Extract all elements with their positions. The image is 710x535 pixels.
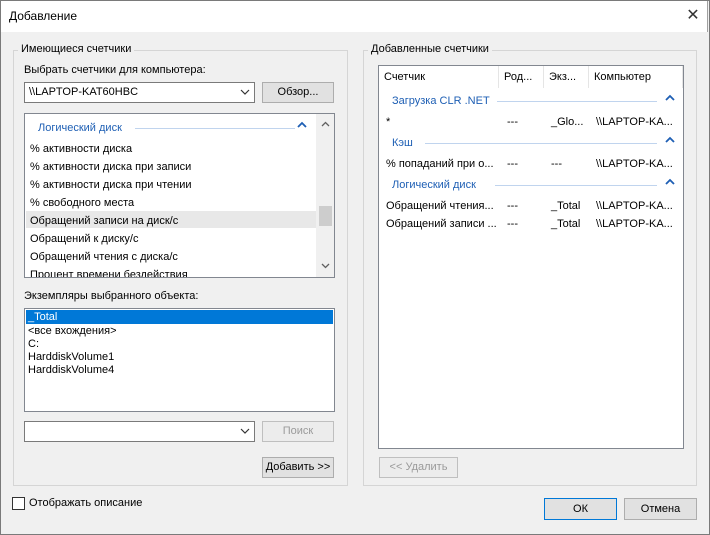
chevron-down-icon: [240, 85, 250, 102]
cancel-button[interactable]: Отмена: [624, 498, 697, 520]
column-header-counter[interactable]: Счетчик: [379, 66, 499, 88]
add-button[interactable]: Добавить >>: [262, 457, 334, 478]
close-icon[interactable]: ✕: [683, 6, 703, 26]
ok-button[interactable]: ОК: [544, 498, 617, 520]
chevron-up-icon[interactable]: [665, 136, 675, 146]
group-header[interactable]: Кэш: [392, 137, 413, 149]
scroll-up-icon[interactable]: [317, 116, 334, 133]
counter-item[interactable]: % активности диска при чтении: [30, 179, 192, 191]
row-parent: ---: [507, 116, 518, 128]
selected-instance-highlight: [26, 310, 333, 324]
row-computer: \\LAPTOP-KA...: [596, 218, 673, 230]
row-parent: ---: [507, 200, 518, 212]
show-description-checkbox[interactable]: [12, 497, 25, 510]
group-header[interactable]: Загрузка CLR .NET: [392, 95, 490, 107]
counter-item[interactable]: Обращений к диску/с: [30, 233, 138, 245]
added-counters-listview[interactable]: Счетчик Род... Экз... Компьютер Загрузка…: [378, 65, 684, 449]
column-header-parent[interactable]: Род...: [499, 66, 544, 88]
scroll-thumb[interactable]: [319, 206, 332, 226]
window-title: Добавление: [9, 9, 77, 23]
row-instance: ---: [551, 158, 562, 170]
counter-item[interactable]: Обращений чтения с диска/с: [30, 251, 178, 263]
row-counter[interactable]: *: [386, 116, 390, 128]
instance-item-selected[interactable]: _Total: [28, 311, 57, 323]
row-instance: _Total: [551, 200, 581, 212]
group-divider: [497, 101, 657, 102]
added-counters-title: Добавленные счетчики: [368, 43, 492, 55]
category-divider: [135, 128, 295, 129]
counter-item[interactable]: Процент времени бездействия: [30, 269, 188, 277]
group-header[interactable]: Логический диск: [392, 179, 476, 191]
row-computer: \\LAPTOP-KA...: [596, 116, 673, 128]
computer-label: Выбрать счетчики для компьютера:: [24, 64, 206, 76]
search-button[interactable]: Поиск: [262, 421, 334, 442]
counter-item[interactable]: % активности диска: [30, 143, 132, 155]
instances-listbox[interactable]: _Total <все вхождения> C: HarddiskVolume…: [24, 308, 335, 412]
counters-listbox[interactable]: Логический диск % активности диска % акт…: [24, 113, 335, 278]
computer-combobox[interactable]: \\LAPTOP-KAT60HBC: [24, 82, 255, 103]
counter-item-selected[interactable]: Обращений записи на диск/с: [30, 215, 178, 227]
row-instance: _Glo...: [551, 116, 584, 128]
remove-button[interactable]: << Удалить: [379, 457, 458, 478]
counter-item[interactable]: % свободного места: [30, 197, 134, 209]
row-computer: \\LAPTOP-KA...: [596, 158, 673, 170]
counter-item[interactable]: % активности диска при записи: [30, 161, 191, 173]
computer-value: \\LAPTOP-KAT60HBC: [29, 86, 139, 98]
chevron-up-icon[interactable]: [665, 178, 675, 188]
column-header-instance[interactable]: Экз...: [544, 66, 589, 88]
column-header-computer[interactable]: Компьютер: [589, 66, 683, 88]
group-divider: [495, 185, 657, 186]
group-divider: [425, 143, 657, 144]
row-computer: \\LAPTOP-KA...: [596, 200, 673, 212]
instance-item[interactable]: HarddiskVolume1: [28, 351, 114, 363]
row-counter[interactable]: % попаданий при о...: [386, 158, 494, 170]
counters-scrollbar[interactable]: [316, 114, 334, 277]
search-combobox[interactable]: [24, 421, 255, 442]
chevron-up-icon[interactable]: [297, 121, 307, 131]
scroll-down-icon[interactable]: [317, 258, 334, 275]
title-bar: [0, 0, 708, 32]
available-counters-title: Имеющиеся счетчики: [18, 43, 135, 55]
instance-item[interactable]: C:: [28, 338, 39, 350]
row-counter[interactable]: Обращений записи ...: [386, 218, 497, 230]
counter-category[interactable]: Логический диск: [38, 122, 122, 134]
browse-button[interactable]: Обзор...: [262, 82, 334, 103]
row-counter[interactable]: Обращений чтения...: [386, 200, 494, 212]
instance-item[interactable]: <все вхождения>: [28, 325, 117, 337]
chevron-up-icon[interactable]: [665, 94, 675, 104]
row-instance: _Total: [551, 218, 581, 230]
instance-item[interactable]: HarddiskVolume4: [28, 364, 114, 376]
instances-label: Экземпляры выбранного объекта:: [24, 290, 199, 302]
chevron-down-icon: [240, 424, 250, 441]
show-description-label[interactable]: Отображать описание: [29, 497, 142, 509]
row-parent: ---: [507, 158, 518, 170]
row-parent: ---: [507, 218, 518, 230]
